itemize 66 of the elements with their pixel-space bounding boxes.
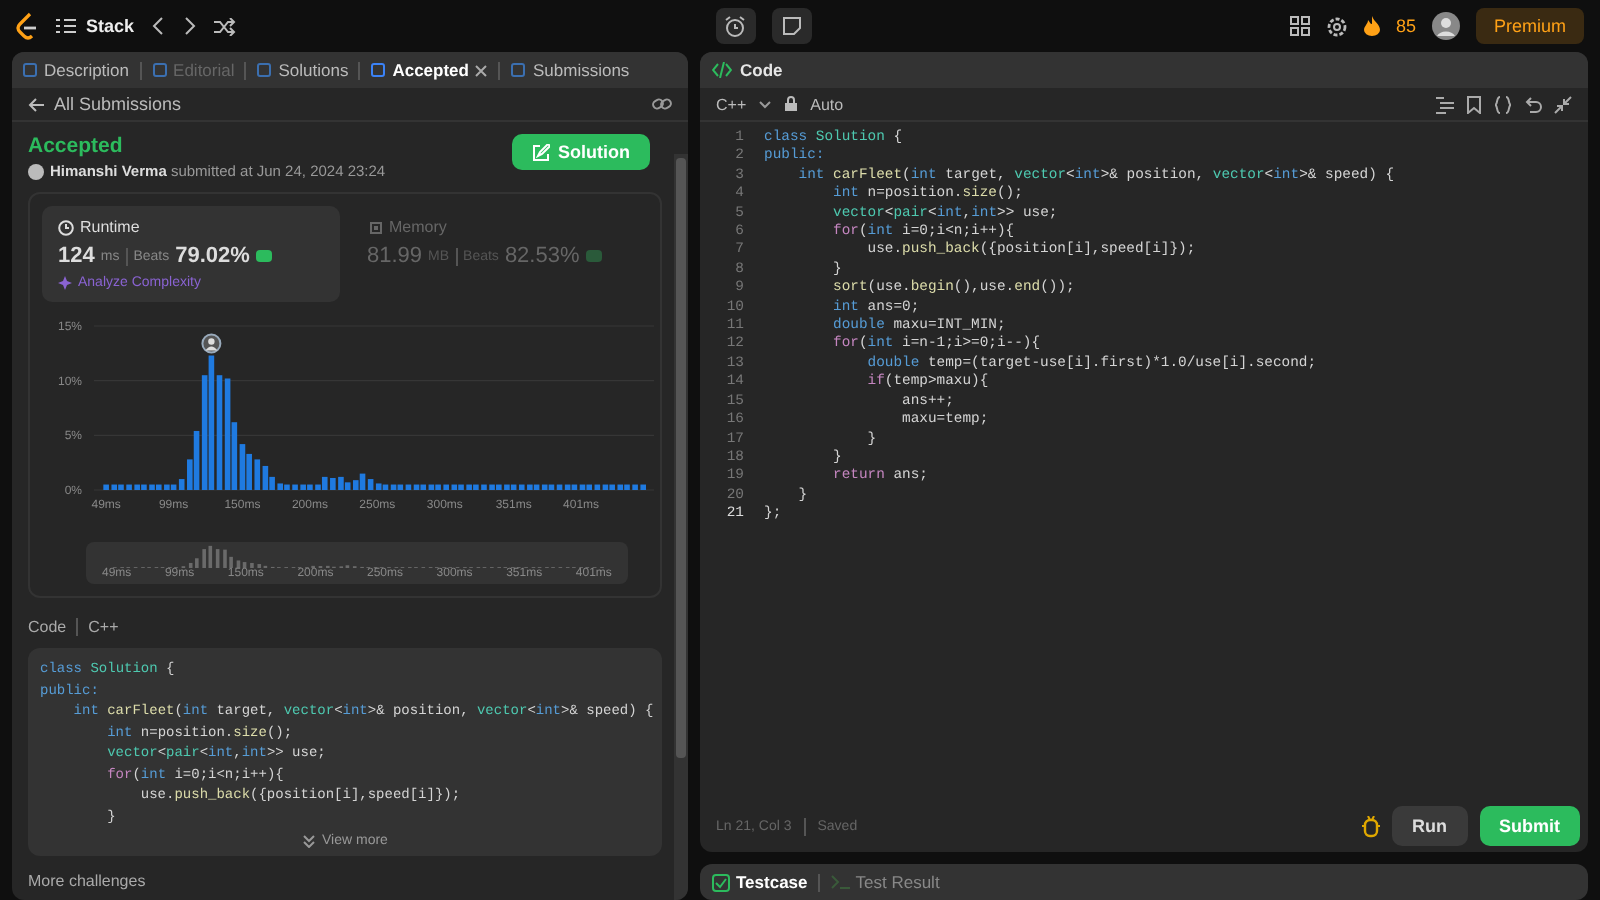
code-icon — [712, 62, 732, 78]
grid-icon[interactable] — [1289, 16, 1310, 36]
undo-icon[interactable] — [1524, 95, 1542, 113]
close-icon[interactable] — [474, 63, 489, 77]
premium-button[interactable]: Premium — [1475, 8, 1584, 44]
edit-icon — [532, 143, 550, 161]
stat-value: 81.99 — [367, 244, 423, 268]
avatar-icon — [28, 163, 44, 179]
stat-title: Memory — [389, 218, 447, 236]
chevron-left-icon[interactable] — [150, 16, 167, 36]
settings-icon[interactable] — [1325, 15, 1348, 37]
tab[interactable]: Description — [22, 60, 130, 80]
badge-icon — [585, 250, 602, 262]
tab-icon — [22, 62, 38, 78]
shuffle-icon[interactable] — [214, 17, 237, 35]
run-button[interactable]: Run — [1392, 806, 1467, 846]
tab-icon — [370, 62, 387, 78]
tab[interactable]: Submissions — [510, 60, 630, 80]
checkbox-icon — [712, 873, 730, 891]
tab[interactable]: Testcase — [712, 872, 808, 892]
collapse-icon[interactable] — [1554, 95, 1572, 113]
format-icon[interactable] — [1436, 95, 1454, 113]
arrow-left-icon[interactable] — [28, 97, 44, 111]
tab[interactable]: Test Result — [829, 872, 940, 892]
bookmark-icon[interactable] — [1466, 95, 1482, 113]
tab[interactable]: Accepted — [370, 60, 489, 80]
lock-icon — [784, 96, 799, 112]
logo-icon[interactable] — [16, 12, 40, 40]
chip-icon — [367, 219, 383, 235]
stat-value: 124 — [58, 244, 95, 268]
tab-icon — [256, 62, 273, 78]
code-label: Code — [28, 618, 67, 636]
note-icon — [781, 16, 801, 36]
scrollbar[interactable] — [674, 154, 688, 900]
tab-icon — [151, 62, 168, 78]
fire-icon — [1363, 16, 1380, 36]
back-link[interactable]: All Submissions — [54, 94, 182, 114]
link-icon[interactable] — [652, 96, 672, 112]
tab[interactable]: Solutions — [256, 60, 349, 80]
chevron-right-icon[interactable] — [182, 16, 199, 36]
streak-count: 85 — [1395, 16, 1416, 36]
badge-icon — [255, 250, 272, 262]
section-title: More challenges — [28, 872, 148, 890]
tab-icon — [510, 62, 527, 78]
mode-label: Auto — [810, 95, 844, 113]
avatar-icon[interactable] — [1431, 12, 1460, 40]
braces-icon[interactable] — [1494, 95, 1512, 113]
status-text: Accepted — [28, 134, 125, 158]
problem-list-link[interactable]: Stack — [56, 16, 135, 36]
timer-button[interactable] — [715, 8, 755, 44]
clock-icon — [58, 219, 74, 235]
beats-percent: 82.53% — [504, 244, 580, 268]
sparkle-icon — [58, 276, 72, 290]
terminal-icon — [829, 874, 850, 890]
list-icon — [56, 18, 76, 34]
stat-title: Runtime — [80, 218, 140, 236]
double-chevron-icon — [302, 834, 317, 848]
language-label: C++ — [88, 618, 119, 636]
caret-icon[interactable] — [758, 99, 773, 109]
user-avatar-marker — [201, 333, 222, 354]
language-select[interactable]: C++ — [716, 95, 747, 113]
panel-title: Code — [740, 60, 783, 80]
notes-button[interactable] — [771, 8, 811, 44]
bug-icon[interactable] — [1362, 815, 1380, 837]
alarm-clock-icon — [724, 15, 746, 37]
beats-percent: 79.02% — [175, 244, 250, 268]
